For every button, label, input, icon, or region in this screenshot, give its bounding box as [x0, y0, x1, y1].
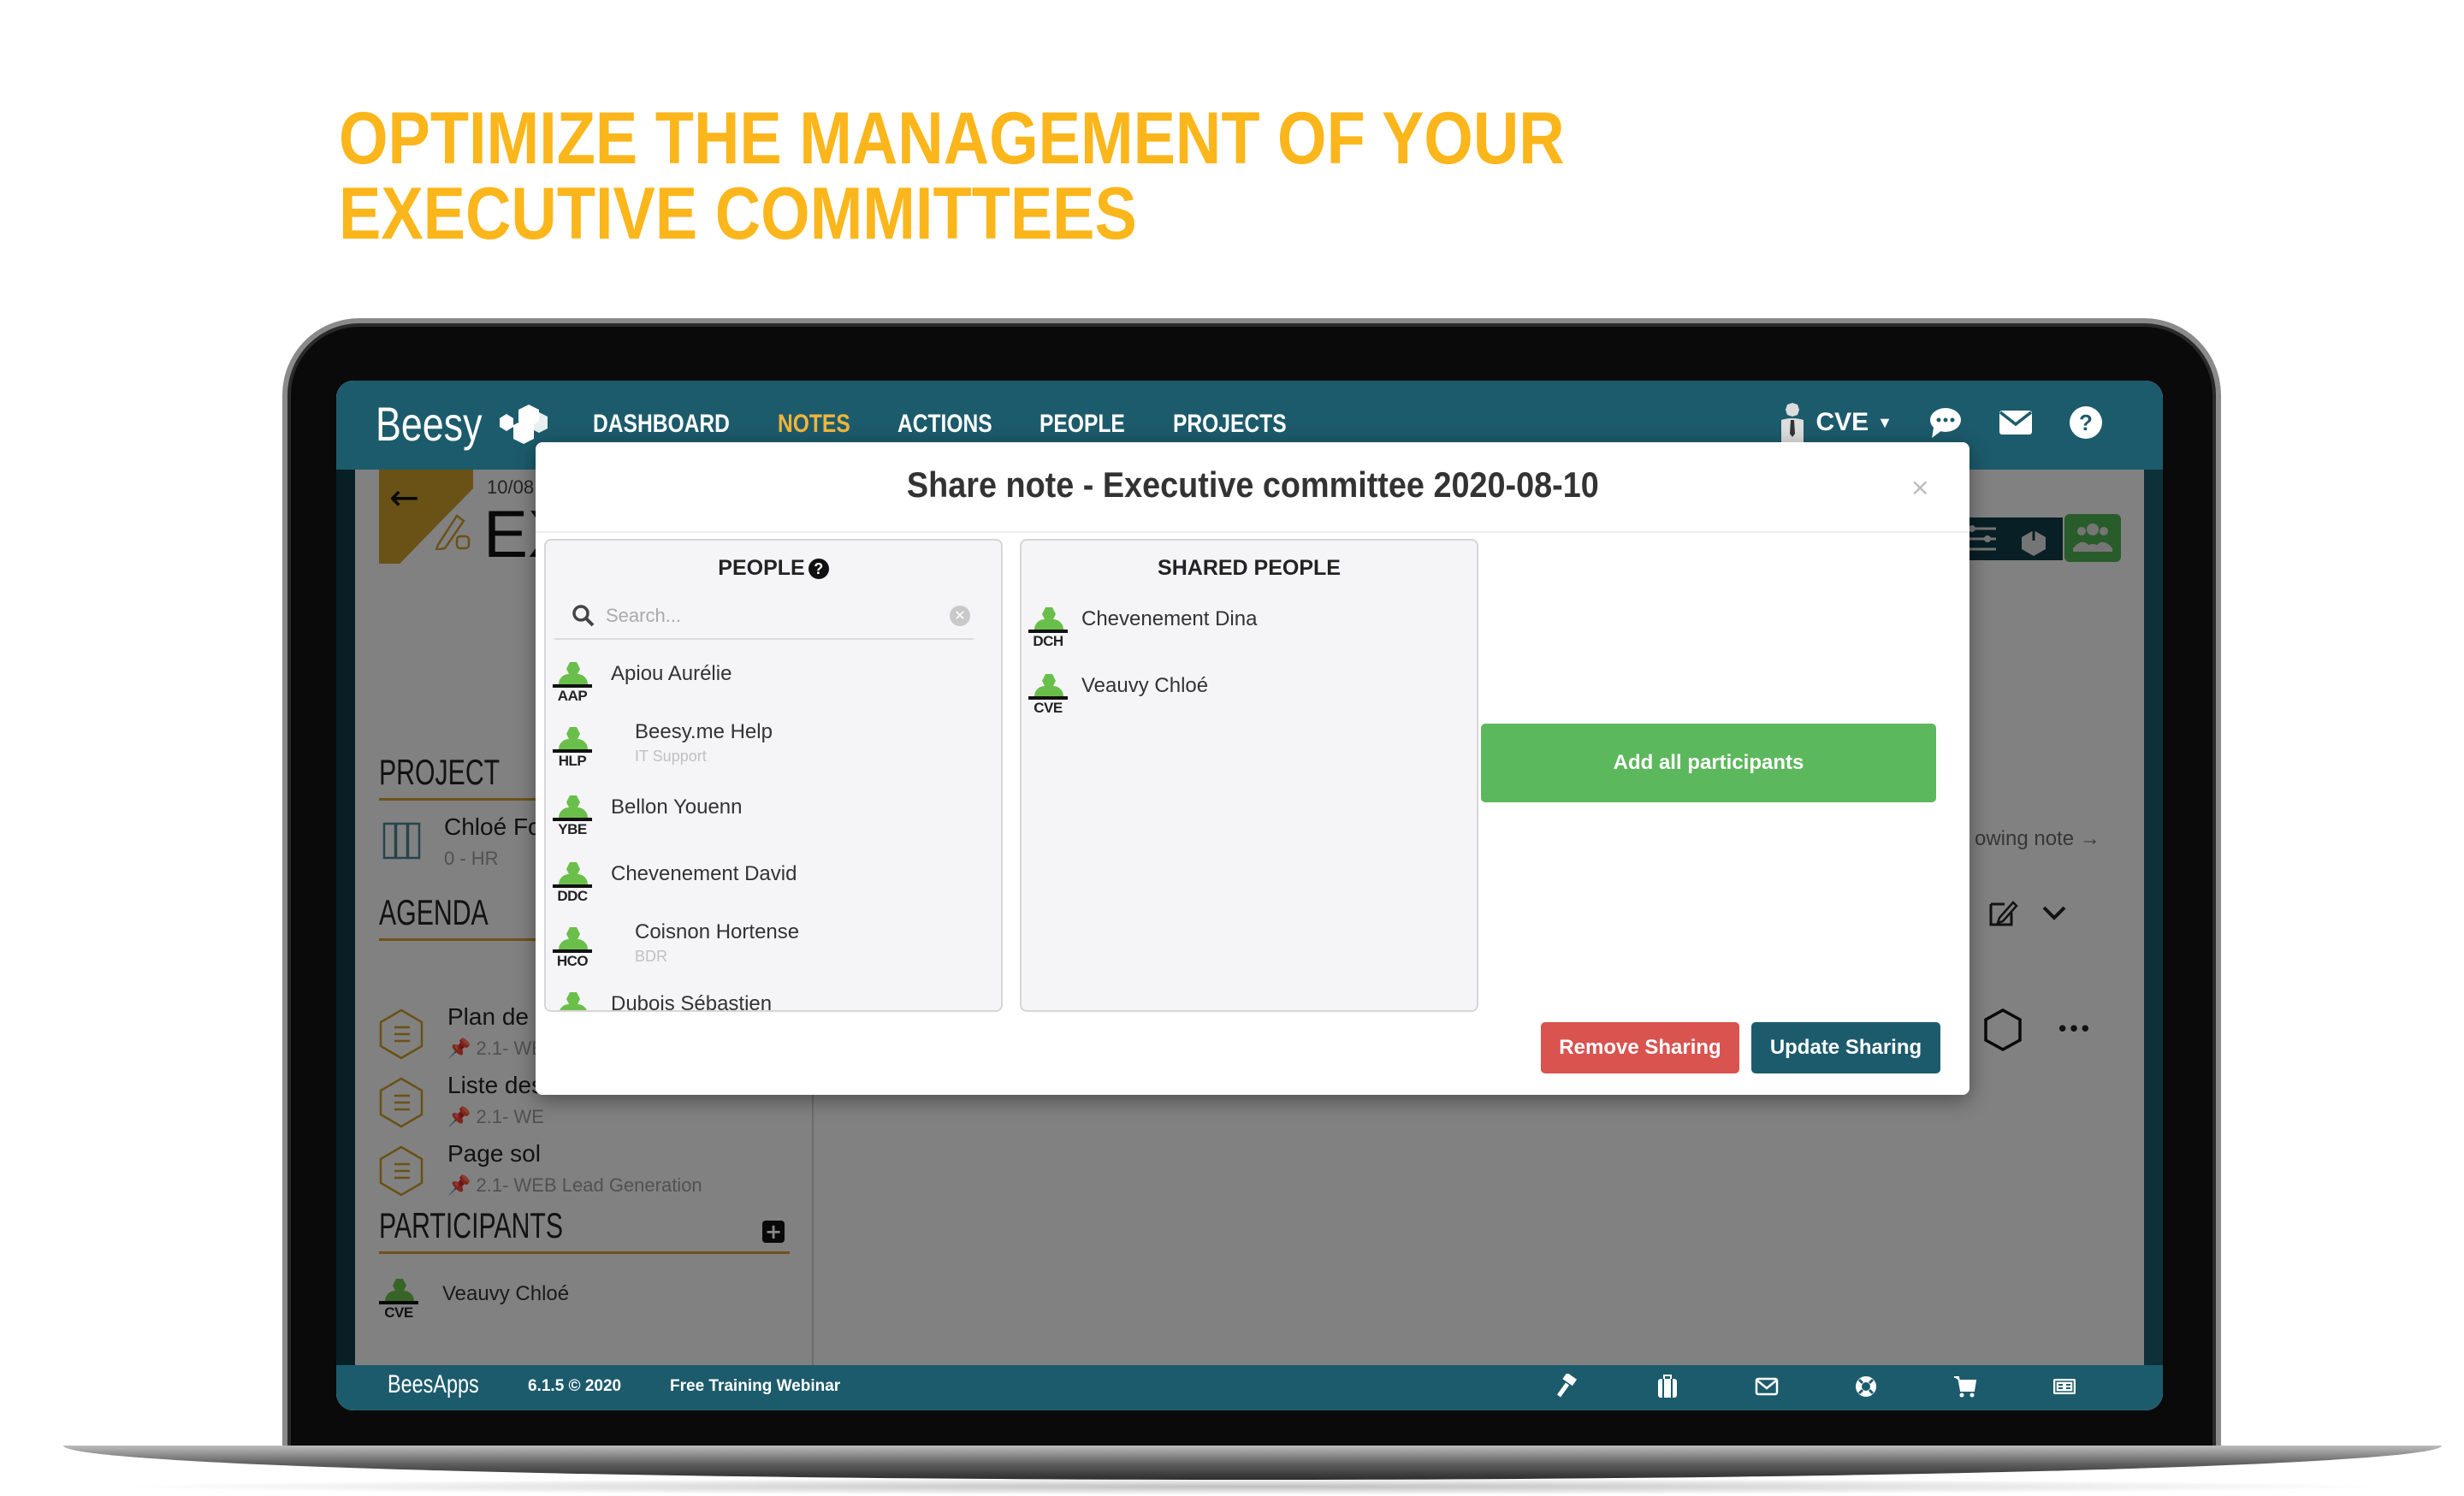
- person-role: IT Support: [635, 748, 707, 765]
- envelope-icon[interactable]: [1754, 1372, 1853, 1401]
- avatar-initials: YBE: [558, 821, 587, 837]
- nav-dashboard[interactable]: DASHBOARD: [593, 410, 744, 439]
- modal-title: Share note - Executive committee 2020-08…: [536, 464, 1969, 506]
- cart-icon[interactable]: [1952, 1372, 2052, 1401]
- search-input[interactable]: [606, 600, 931, 631]
- people-list-item[interactable]: HCO Coisnon Hortense BDR: [553, 920, 980, 987]
- footer-brand[interactable]: BeesApps: [388, 1370, 479, 1399]
- remove-sharing-button[interactable]: Remove Sharing: [1541, 1022, 1739, 1073]
- avatar: HCO: [553, 927, 592, 979]
- svg-text:?: ?: [2079, 410, 2093, 435]
- headline-line-1: OPTIMIZE THE MANAGEMENT OF YOUR: [339, 98, 1565, 180]
- people-list-item[interactable]: DDC Chevenement David: [553, 862, 980, 922]
- modal-title-text: Share note - Executive committee 2020-08…: [906, 464, 1599, 505]
- shared-panel-heading: SHARED PEOPLE: [1158, 556, 1341, 580]
- person-name: Apiou Aurélie: [611, 662, 732, 685]
- id-card-icon[interactable]: [2052, 1372, 2151, 1401]
- chat-icon[interactable]: [1928, 405, 1963, 440]
- avatar-initials: AAP: [557, 688, 588, 704]
- close-icon[interactable]: ×: [1910, 473, 1930, 501]
- search-icon: [572, 605, 595, 627]
- user-icon: [1781, 403, 1804, 442]
- person-name: Chevenement Dina: [1081, 607, 1258, 630]
- avatar: HLP: [553, 727, 592, 778]
- person-name: Bellon Youenn: [611, 795, 743, 819]
- avatar: DCH: [1028, 607, 1068, 659]
- footer-icons: [1555, 1372, 2151, 1401]
- user-initials: CVE: [1815, 408, 1869, 436]
- nav-menu: DASHBOARD NOTES ACTIONS PEOPLE PROJECTS: [593, 410, 1310, 439]
- briefcase-icon[interactable]: [1655, 1372, 1754, 1401]
- people-panel: PEOPLE? ✕ AAP Apiou Aurélie HLP Beesy.me…: [544, 539, 1003, 1012]
- footer-version: 6.1.5 © 2020: [528, 1377, 622, 1395]
- help-circle-icon[interactable]: ?: [808, 559, 829, 579]
- avatar: CVE: [1028, 674, 1068, 725]
- avatar: AAP: [553, 662, 592, 713]
- nav-notes[interactable]: NOTES: [778, 410, 876, 439]
- lifebuoy-icon[interactable]: [1853, 1372, 1952, 1401]
- avatar-initials: DDC: [557, 888, 588, 904]
- share-note-modal: Share note - Executive committee 2020-08…: [536, 442, 1969, 1095]
- people-list-item[interactable]: AAP Apiou Aurélie: [553, 662, 980, 722]
- app-screen: Beesy DASHBOARD NOTES ACTIONS PEOPLE PRO…: [336, 381, 2163, 1410]
- user-menu[interactable]: CVE ▼: [1778, 403, 1892, 442]
- person-role: BDR: [635, 948, 668, 965]
- avatar: DDC: [553, 862, 592, 914]
- avatar-initials: HLP: [558, 753, 587, 769]
- shared-people-panel: SHARED PEOPLE DCH Chevenement Dina CVE V…: [1020, 539, 1478, 1012]
- person-name: Chevenement David: [611, 862, 797, 885]
- nav-actions[interactable]: ACTIONS: [897, 410, 1014, 439]
- nav-projects[interactable]: PROJECTS: [1173, 410, 1287, 439]
- avatar: [553, 992, 592, 1010]
- help-icon[interactable]: ?: [2069, 405, 2103, 440]
- laptop-base: [63, 1446, 2442, 1480]
- person-name: Dubois Sébastien: [611, 992, 773, 1012]
- headline-line-2: EXECUTIVE COMMITTEES: [339, 173, 1137, 255]
- shared-list-item[interactable]: CVE Veauvy Chloé: [1028, 674, 1456, 734]
- footer-webinar-link[interactable]: Free Training Webinar: [670, 1377, 840, 1396]
- person-name: Beesy.me Help: [635, 720, 773, 743]
- mail-icon[interactable]: [1999, 409, 2033, 436]
- update-sharing-button[interactable]: Update Sharing: [1751, 1022, 1940, 1073]
- clear-search-icon[interactable]: ✕: [950, 606, 970, 626]
- people-list-item[interactable]: YBE Bellon Youenn: [553, 795, 980, 855]
- laptop-shadow: [103, 1478, 2404, 1495]
- avatar-initials: CVE: [1034, 700, 1063, 716]
- headline: OPTIMIZE THE MANAGEMENT OF YOUR EXECUTIV…: [339, 101, 1565, 251]
- beesy-logo-icon: [500, 405, 548, 444]
- app-footer: BeesApps 6.1.5 © 2020 Free Training Webi…: [336, 1365, 2163, 1410]
- modal-header-divider: [536, 531, 1969, 533]
- people-panel-heading: PEOPLE?: [546, 556, 1001, 581]
- avatar-initials: HCO: [556, 953, 589, 969]
- people-list-item[interactable]: Dubois Sébastien: [553, 992, 980, 1012]
- nav-right: CVE ▼ ?: [1778, 403, 2103, 442]
- add-all-participants-button[interactable]: Add all participants: [1481, 724, 1936, 802]
- people-list-item[interactable]: HLP Beesy.me Help IT Support: [553, 720, 980, 787]
- avatar: YBE: [553, 795, 592, 847]
- nav-people[interactable]: PEOPLE: [1040, 410, 1149, 439]
- people-search: ✕: [554, 592, 974, 640]
- person-name: Coisnon Hortense: [635, 920, 800, 943]
- person-name: Veauvy Chloé: [1081, 674, 1209, 697]
- shared-list-item[interactable]: DCH Chevenement Dina: [1028, 607, 1456, 667]
- caret-down-icon: ▼: [1877, 413, 1892, 431]
- gavel-icon[interactable]: [1555, 1372, 1655, 1401]
- people-heading-text: PEOPLE: [718, 556, 805, 580]
- brand-logo[interactable]: Beesy: [376, 396, 483, 452]
- avatar-initials: DCH: [1033, 633, 1063, 649]
